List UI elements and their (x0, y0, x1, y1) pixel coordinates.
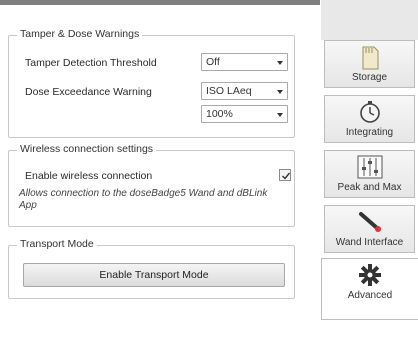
selected-value: 100% (206, 108, 233, 120)
enable-wireless-checkbox[interactable] (279, 169, 291, 181)
tab-label: Storage (351, 72, 388, 83)
tab-label: Peak and Max (337, 182, 402, 193)
tamper-threshold-select[interactable]: Off (201, 53, 288, 71)
dropdown-arrow-icon (277, 113, 283, 117)
tabs-header-bg (321, 0, 418, 40)
sliders-icon (357, 155, 382, 179)
tab-integrating[interactable]: Integrating (324, 95, 415, 143)
tab-peak-max[interactable]: Peak and Max (324, 150, 415, 198)
group-title: Tamper & Dose Warnings (17, 28, 143, 40)
checkmark-icon (282, 172, 291, 180)
wireless-group: Wireless connection settings Enable wire… (8, 143, 295, 227)
side-tabs: Storage Integrating Peak and Max Wand In… (321, 0, 418, 351)
stopwatch-icon (359, 101, 380, 123)
sd-card-icon (362, 46, 378, 70)
tamper-threshold-label: Tamper Detection Threshold (25, 57, 157, 69)
tab-storage[interactable]: Storage (324, 40, 415, 88)
tab-label: Advanced (347, 290, 393, 301)
dose-warning-select[interactable]: ISO LAeq (201, 82, 288, 100)
transport-group: Transport Mode Enable Transport Mode (8, 238, 295, 299)
tab-advanced[interactable]: Advanced (321, 258, 418, 320)
selected-value: Off (206, 56, 220, 68)
enable-transport-button[interactable]: Enable Transport Mode (23, 263, 285, 287)
tab-label: Wand Interface (335, 237, 404, 248)
wireless-description: Allows connection to the doseBadge5 Wand… (19, 188, 268, 211)
dose-percent-select[interactable]: 100% (201, 105, 288, 123)
tab-wand-interface[interactable]: Wand Interface (324, 205, 415, 253)
tamper-dose-group: Tamper & Dose Warnings Tamper Detection … (8, 28, 295, 138)
group-title: Transport Mode (17, 238, 97, 250)
group-title: Wireless connection settings (17, 143, 157, 155)
enable-wireless-label: Enable wireless connection (25, 170, 153, 182)
dose-warning-label: Dose Exceedance Warning (25, 86, 152, 98)
dropdown-arrow-icon (277, 90, 283, 94)
wand-icon (358, 212, 381, 232)
dropdown-arrow-icon (277, 61, 283, 65)
selected-value: ISO LAeq (206, 85, 252, 97)
settings-panel: Tamper & Dose Warnings Tamper Detection … (0, 5, 322, 351)
tab-label: Integrating (345, 127, 394, 138)
gear-icon (359, 264, 381, 286)
